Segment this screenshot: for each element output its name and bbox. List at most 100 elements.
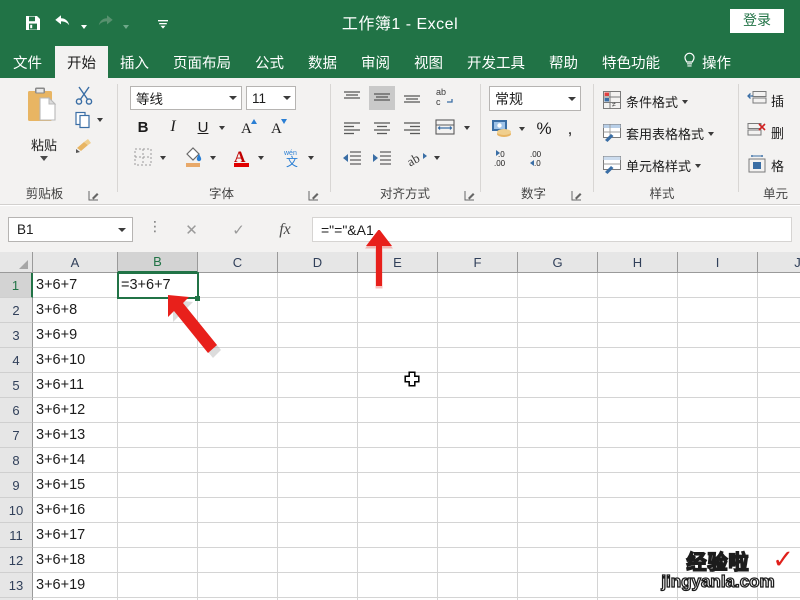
cell-D4[interactable] bbox=[278, 348, 358, 373]
format-as-table-dropdown-icon[interactable] bbox=[708, 131, 715, 136]
cell-B11[interactable] bbox=[118, 523, 198, 548]
row-header-4[interactable]: 4 bbox=[0, 348, 33, 373]
cell-E9[interactable] bbox=[358, 473, 438, 498]
cell-I8[interactable] bbox=[678, 448, 758, 473]
merge-dropdown-icon[interactable] bbox=[462, 124, 472, 132]
tab-file[interactable]: 文件 bbox=[0, 46, 55, 78]
shrink-font-button[interactable]: A bbox=[268, 114, 292, 138]
copy-dropdown-icon[interactable] bbox=[97, 118, 103, 122]
tab-help[interactable]: 帮助 bbox=[537, 46, 590, 78]
align-middle-button[interactable] bbox=[369, 86, 395, 110]
alignment-dialog-launcher[interactable] bbox=[464, 188, 475, 201]
cell-A10[interactable]: 3+6+16 bbox=[33, 498, 118, 523]
formula-bar-grip[interactable]: ⋮ bbox=[148, 219, 162, 233]
cell-F2[interactable] bbox=[438, 298, 518, 323]
cell-H9[interactable] bbox=[598, 473, 678, 498]
column-header-D[interactable]: D bbox=[278, 252, 358, 273]
cell-A13[interactable]: 3+6+19 bbox=[33, 573, 118, 598]
column-header-A[interactable]: A bbox=[33, 252, 118, 273]
cell-D8[interactable] bbox=[278, 448, 358, 473]
fill-color-dropdown-icon[interactable] bbox=[208, 154, 218, 162]
tab-home[interactable]: 开始 bbox=[55, 46, 108, 78]
cell-H3[interactable] bbox=[598, 323, 678, 348]
cell-A9[interactable]: 3+6+15 bbox=[33, 473, 118, 498]
borders-button[interactable] bbox=[132, 146, 154, 168]
cell-A1[interactable]: 3+6+7 bbox=[33, 273, 118, 298]
cell-I7[interactable] bbox=[678, 423, 758, 448]
name-box-dropdown-icon[interactable] bbox=[118, 227, 126, 232]
align-left-button[interactable] bbox=[339, 116, 365, 140]
clipboard-dialog-launcher[interactable] bbox=[88, 188, 99, 201]
cell-B8[interactable] bbox=[118, 448, 198, 473]
cell-B13[interactable] bbox=[118, 573, 198, 598]
orientation-button[interactable]: ab bbox=[405, 146, 431, 170]
cell-C12[interactable] bbox=[198, 548, 278, 573]
cell-G12[interactable] bbox=[518, 548, 598, 573]
cell-A5[interactable]: 3+6+11 bbox=[33, 373, 118, 398]
font-name-dropdown-icon[interactable] bbox=[229, 96, 237, 100]
cell-A2[interactable]: 3+6+8 bbox=[33, 298, 118, 323]
cancel-formula-icon[interactable]: ✕ bbox=[185, 221, 198, 239]
grow-font-button[interactable]: A bbox=[238, 114, 262, 138]
row-header-7[interactable]: 7 bbox=[0, 423, 33, 448]
cell-E5[interactable] bbox=[358, 373, 438, 398]
font-color-button[interactable]: A bbox=[230, 144, 254, 170]
number-format-dropdown-icon[interactable] bbox=[568, 96, 576, 101]
cell-G9[interactable] bbox=[518, 473, 598, 498]
underline-button[interactable]: U bbox=[192, 116, 214, 138]
cell-I5[interactable] bbox=[678, 373, 758, 398]
cell-B10[interactable] bbox=[118, 498, 198, 523]
format-painter-button[interactable] bbox=[74, 137, 94, 155]
column-header-F[interactable]: F bbox=[438, 252, 518, 273]
cell-C9[interactable] bbox=[198, 473, 278, 498]
confirm-formula-icon[interactable]: ✓ bbox=[232, 221, 245, 239]
cell-D2[interactable] bbox=[278, 298, 358, 323]
insert-function-icon[interactable]: fx bbox=[279, 221, 291, 239]
increase-indent-button[interactable] bbox=[369, 146, 395, 170]
cell-C6[interactable] bbox=[198, 398, 278, 423]
column-header-J[interactable]: J bbox=[758, 252, 800, 273]
cell-E4[interactable] bbox=[358, 348, 438, 373]
select-all-corner[interactable] bbox=[0, 252, 33, 273]
cell-F11[interactable] bbox=[438, 523, 518, 548]
row-header-3[interactable]: 3 bbox=[0, 323, 33, 348]
conditional-formatting-dropdown-icon[interactable] bbox=[682, 99, 689, 104]
underline-dropdown-icon[interactable] bbox=[217, 124, 227, 132]
cell-G8[interactable] bbox=[518, 448, 598, 473]
bold-button[interactable]: B bbox=[132, 116, 154, 138]
row-header-9[interactable]: 9 bbox=[0, 473, 33, 498]
tab-data[interactable]: 数据 bbox=[296, 46, 349, 78]
cell-E10[interactable] bbox=[358, 498, 438, 523]
cell-E11[interactable] bbox=[358, 523, 438, 548]
cell-I2[interactable] bbox=[678, 298, 758, 323]
cell-J6[interactable] bbox=[758, 398, 800, 423]
delete-cells-button[interactable]: 删 bbox=[747, 122, 784, 143]
cell-J3[interactable] bbox=[758, 323, 800, 348]
row-header-10[interactable]: 10 bbox=[0, 498, 33, 523]
row-header-1[interactable]: 1 bbox=[0, 273, 33, 298]
cell-H10[interactable] bbox=[598, 498, 678, 523]
cell-B7[interactable] bbox=[118, 423, 198, 448]
cell-B6[interactable] bbox=[118, 398, 198, 423]
cell-I3[interactable] bbox=[678, 323, 758, 348]
cell-D9[interactable] bbox=[278, 473, 358, 498]
decrease-indent-button[interactable] bbox=[339, 146, 365, 170]
cell-A4[interactable]: 3+6+10 bbox=[33, 348, 118, 373]
cell-J4[interactable] bbox=[758, 348, 800, 373]
cell-F5[interactable] bbox=[438, 373, 518, 398]
cell-I11[interactable] bbox=[678, 523, 758, 548]
increase-decimal-button[interactable]: .0.00 bbox=[491, 146, 521, 170]
tab-developer[interactable]: 开发工具 bbox=[455, 46, 537, 78]
cell-F9[interactable] bbox=[438, 473, 518, 498]
font-size-dropdown-icon[interactable] bbox=[283, 96, 291, 100]
cell-G2[interactable] bbox=[518, 298, 598, 323]
comma-style-button[interactable]: , bbox=[561, 116, 579, 142]
cell-H11[interactable] bbox=[598, 523, 678, 548]
cell-C11[interactable] bbox=[198, 523, 278, 548]
cell-A11[interactable]: 3+6+17 bbox=[33, 523, 118, 548]
decrease-decimal-button[interactable]: .00.0 bbox=[527, 146, 557, 170]
tab-review[interactable]: 审阅 bbox=[349, 46, 402, 78]
cell-H8[interactable] bbox=[598, 448, 678, 473]
column-header-I[interactable]: I bbox=[678, 252, 758, 273]
orientation-dropdown-icon[interactable] bbox=[432, 154, 442, 162]
